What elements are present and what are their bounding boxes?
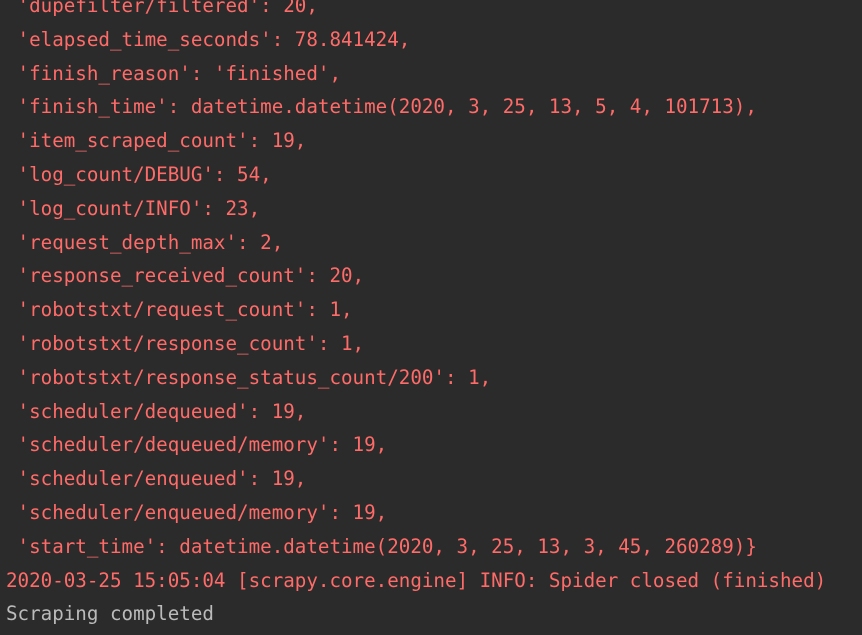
console-line: 'scheduler/enqueued': 19, (6, 467, 307, 491)
console-line: 'dupefilter/filtered': 20, (6, 0, 318, 17)
console-line: 'log_count/DEBUG': 54, (6, 162, 272, 186)
console-line: 'finish_time': datetime.datetime(2020, 3… (6, 95, 757, 119)
console-line: 'scheduler/dequeued/memory': 19, (6, 433, 388, 457)
console-line: 'elapsed_time_seconds': 78.841424, (6, 27, 411, 51)
console-line: 'finish_reason': 'finished', (6, 61, 342, 85)
console-line: 'robotstxt/response_count': 1, (6, 331, 365, 355)
console-line: 'request_depth_max': 2, (6, 230, 284, 254)
console-line: 'response_received_count': 20, (6, 264, 365, 288)
log-line-spider-closed: 2020-03-25 15:05:04 [scrapy.core.engine]… (6, 568, 827, 592)
stdout-line-scraping-completed: Scraping completed (6, 602, 214, 626)
console-line: 'robotstxt/request_count': 1, (6, 298, 353, 322)
console-line: 'log_count/INFO': 23, (6, 196, 261, 220)
console-line: 'scheduler/enqueued/memory': 19, (6, 500, 388, 524)
console-line: 'item_scraped_count': 19, (6, 129, 307, 153)
console-output: 'dupefilter/filtered': 20, 'elapsed_time… (0, 0, 862, 631)
console-line: 'start_time': datetime.datetime(2020, 3,… (6, 534, 757, 558)
console-line: 'robotstxt/response_status_count/200': 1… (6, 365, 492, 389)
console-line: 'scheduler/dequeued': 19, (6, 399, 307, 423)
